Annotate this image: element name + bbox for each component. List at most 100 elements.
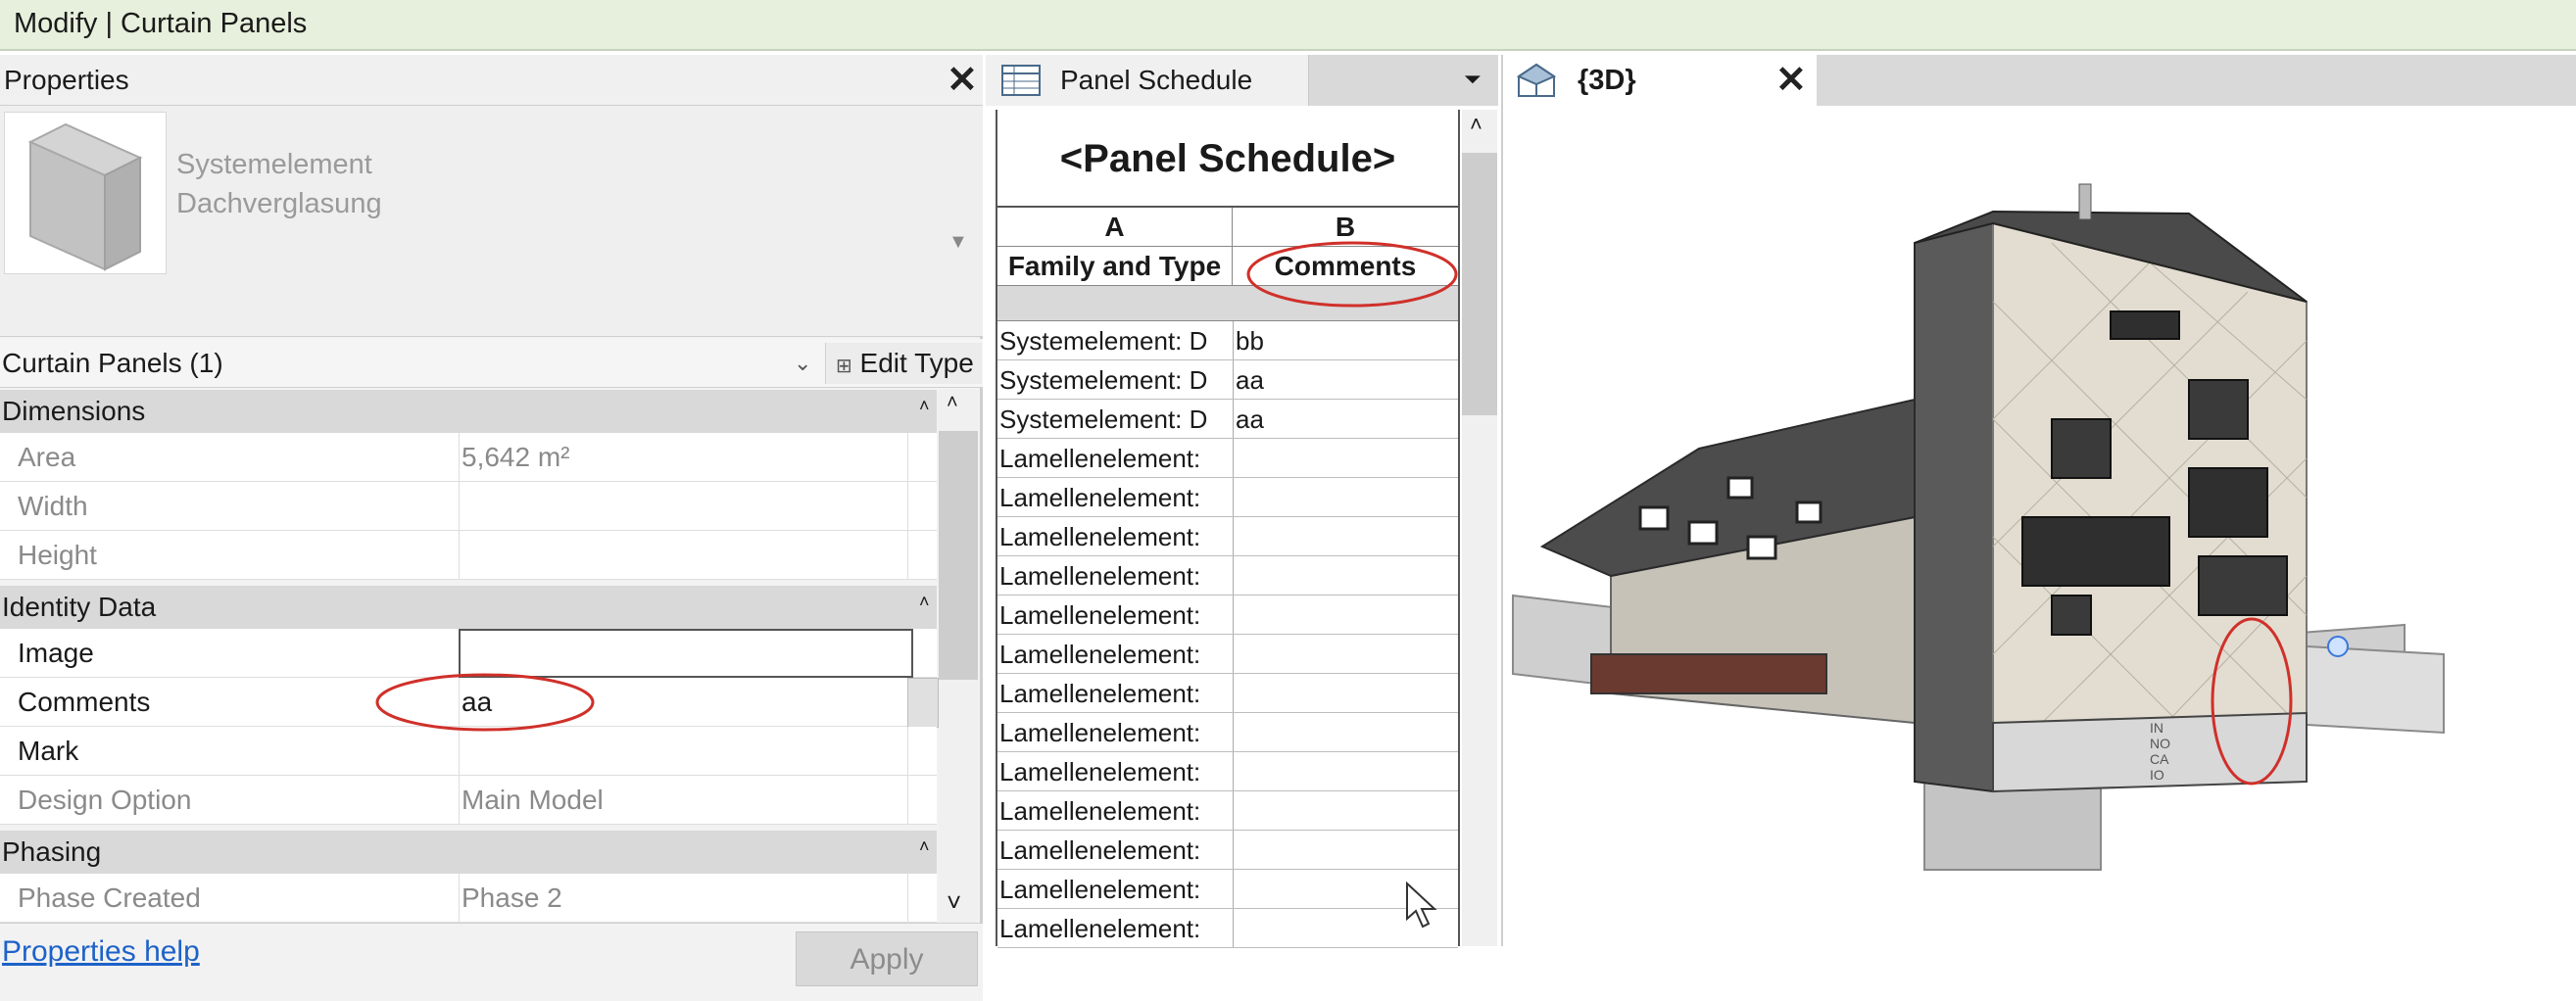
table-row[interactable]: Lamellenelement: [997, 870, 1458, 909]
schedule-tab-bar: Panel Schedule ⏷ [986, 55, 1498, 106]
cell-comments[interactable] [1234, 752, 1459, 790]
cell-comments[interactable] [1234, 478, 1459, 516]
table-row[interactable]: Lamellenelement: [997, 556, 1458, 596]
type-name: Dachverglasung [176, 188, 382, 219]
apply-button[interactable]: Apply [796, 931, 978, 986]
cell-family-type[interactable]: Lamellenelement: [997, 870, 1234, 908]
cell-comments[interactable] [1234, 674, 1459, 712]
cell-family-type[interactable]: Lamellenelement: [997, 831, 1234, 869]
group-phasing[interactable]: Phasing ˄ [0, 831, 937, 874]
collapse-icon[interactable]: ˄ [919, 384, 930, 427]
cell-comments[interactable] [1234, 556, 1459, 595]
properties-help-link[interactable]: Properties help [2, 935, 200, 969]
prop-row-area[interactable]: Area 5,642 m² [0, 433, 937, 482]
prop-label-comments: Comments [18, 687, 151, 717]
cell-comments[interactable] [1234, 791, 1459, 830]
instance-filter[interactable]: Curtain Panels (1) ⌄ ⊞ Edit Type [0, 339, 983, 388]
edit-type-button[interactable]: ⊞ Edit Type [825, 343, 982, 384]
scroll-up-icon[interactable]: ˄ [947, 392, 958, 414]
window-title-bar: Modify | Curtain Panels [0, 0, 2576, 51]
facade-lettering-1: IN [2150, 720, 2163, 736]
cell-family-type[interactable]: Lamellenelement: [997, 674, 1234, 712]
prop-row-phase-created[interactable]: Phase Created Phase 2 [0, 874, 937, 923]
cell-family-type[interactable]: Systemelement: D [997, 400, 1234, 438]
group-identity-data[interactable]: Identity Data ˄ [0, 586, 937, 629]
table-row[interactable]: Systemelement: Daa [997, 400, 1458, 439]
column-header-family-type[interactable]: Family and Type [997, 247, 1233, 286]
close-icon[interactable]: ✕ [947, 62, 978, 99]
dropdown-arrow-icon[interactable]: ▼ [948, 231, 968, 254]
facade-lettering-3: CA [2150, 751, 2169, 767]
group-dimensions[interactable]: Dimensions ˄ [0, 390, 937, 433]
cell-family-type[interactable]: Lamellenelement: [997, 478, 1234, 516]
properties-scroll-thumb[interactable] [939, 431, 978, 680]
prop-label-height: Height [18, 540, 97, 570]
cell-family-type[interactable]: Lamellenelement: [997, 752, 1234, 790]
table-row[interactable]: Lamellenelement: [997, 791, 1458, 831]
tab-dropdown-icon[interactable]: ⏷ [1464, 67, 1482, 92]
schedule-grid: <Panel Schedule> A B Family and Type Com… [996, 110, 1460, 948]
instance-selector-label: Curtain Panels (1) [2, 348, 223, 378]
table-row[interactable]: Lamellenelement: [997, 478, 1458, 517]
prop-row-height[interactable]: Height [0, 531, 937, 580]
group-phasing-label: Phasing [2, 836, 102, 867]
cell-comments[interactable]: aa [1234, 400, 1459, 438]
cell-comments[interactable] [1234, 439, 1459, 477]
table-row[interactable]: Lamellenelement: [997, 831, 1458, 870]
type-selector[interactable]: Systemelement Dachverglasung ▼ [0, 106, 983, 337]
cell-comments[interactable] [1234, 713, 1459, 751]
cell-family-type[interactable]: Systemelement: D [997, 321, 1234, 359]
cell-comments[interactable]: aa [1234, 360, 1459, 399]
cell-family-type[interactable]: Lamellenelement: [997, 439, 1234, 477]
prop-row-width[interactable]: Width [0, 482, 937, 531]
collapse-icon[interactable]: ˄ [919, 580, 930, 623]
prop-cell-end [907, 874, 938, 922]
cell-family-type[interactable]: Lamellenelement: [997, 909, 1234, 947]
schedule-icon [1001, 65, 1041, 96]
close-icon[interactable]: ✕ [1775, 62, 1807, 99]
cell-comments[interactable]: bb [1234, 321, 1459, 359]
cell-family-type[interactable]: Lamellenelement: [997, 556, 1234, 595]
table-row[interactable]: Lamellenelement: [997, 439, 1458, 478]
cell-family-type[interactable]: Systemelement: D [997, 360, 1234, 399]
view-3d-panel[interactable]: {3D} ✕ IN NO CA IO [1501, 55, 2576, 946]
tab-panel-schedule[interactable]: Panel Schedule [986, 55, 1309, 106]
prop-label-design-option: Design Option [18, 785, 192, 815]
scroll-up-icon[interactable]: ˄ [1470, 112, 1482, 137]
table-row[interactable]: Lamellenelement: [997, 909, 1458, 948]
table-row[interactable]: Lamellenelement: [997, 674, 1458, 713]
cell-family-type[interactable]: Lamellenelement: [997, 635, 1234, 673]
schedule-tab-label: Panel Schedule [1060, 65, 1253, 95]
scroll-down-icon[interactable]: ˅ [947, 887, 961, 918]
schedule-scroll-thumb[interactable] [1462, 153, 1497, 415]
building-model[interactable]: IN NO CA IO [1503, 106, 2576, 946]
cell-comments[interactable] [1234, 517, 1459, 555]
facade-lettering-2: NO [2150, 736, 2170, 751]
facade-lettering-4: IO [2150, 767, 2164, 783]
table-row[interactable]: Lamellenelement: [997, 752, 1458, 791]
collapse-icon[interactable]: ˄ [919, 825, 930, 868]
cell-comments[interactable] [1234, 635, 1459, 673]
panel-preview-icon [27, 122, 143, 271]
properties-header: Properties ✕ [0, 55, 983, 106]
cell-family-type[interactable]: Lamellenelement: [997, 791, 1234, 830]
cell-family-type[interactable]: Lamellenelement: [997, 713, 1234, 751]
cell-comments[interactable] [1234, 831, 1459, 869]
type-family: Systemelement [176, 149, 372, 180]
prop-row-design-option[interactable]: Design Option Main Model [0, 776, 937, 825]
table-row[interactable]: Lamellenelement: [997, 596, 1458, 635]
cell-family-type[interactable]: Lamellenelement: [997, 517, 1234, 555]
column-letter-a[interactable]: A [997, 208, 1233, 247]
table-row[interactable]: Lamellenelement: [997, 635, 1458, 674]
table-row[interactable]: Systemelement: Dbb [997, 321, 1458, 360]
table-row[interactable]: Lamellenelement: [997, 713, 1458, 752]
chevron-down-icon[interactable]: ⌄ [794, 339, 811, 388]
tab-3d-view[interactable]: {3D} ✕ [1503, 55, 1817, 106]
table-row[interactable]: Lamellenelement: [997, 517, 1458, 556]
schedule-title: <Panel Schedule> [997, 110, 1458, 208]
prop-cell-button[interactable] [907, 678, 939, 728]
cell-comments[interactable] [1234, 596, 1459, 634]
table-row[interactable]: Systemelement: Daa [997, 360, 1458, 400]
house-3d-icon [1517, 63, 1556, 97]
cell-family-type[interactable]: Lamellenelement: [997, 596, 1234, 634]
